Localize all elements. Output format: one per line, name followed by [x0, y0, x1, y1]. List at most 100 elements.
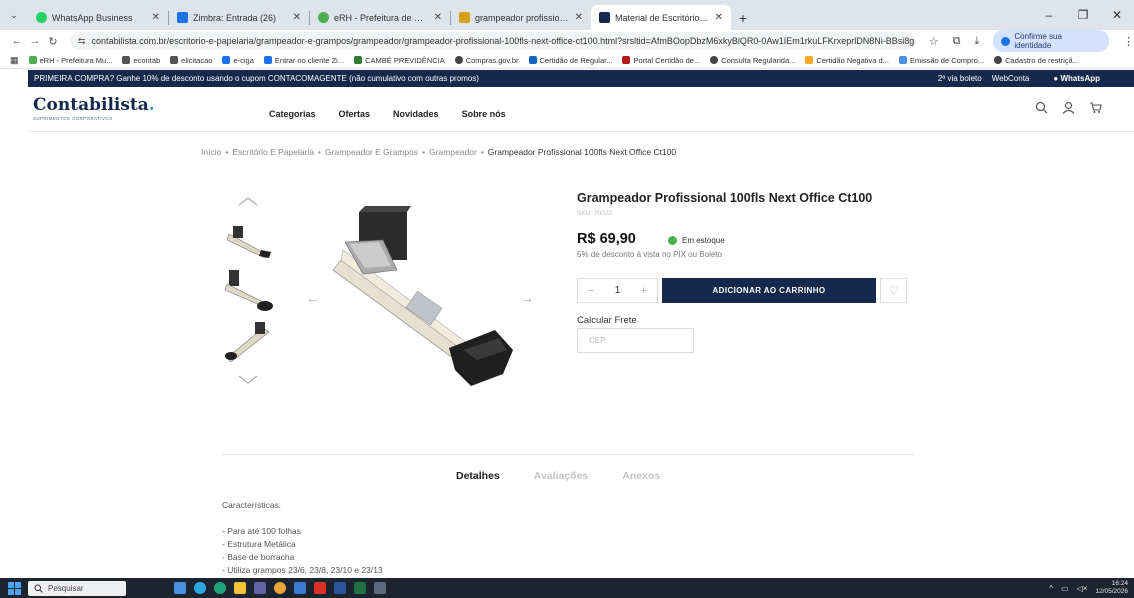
quantity-decrease-button[interactable]: −: [588, 285, 594, 297]
teams-icon[interactable]: [254, 582, 266, 594]
close-tab-icon[interactable]: ✕: [434, 12, 442, 23]
tab-anexos[interactable]: Anexos: [622, 470, 660, 482]
stapler-thumbnail-image: [225, 322, 270, 362]
calculator-icon[interactable]: [374, 582, 386, 594]
back-icon[interactable]: ←: [8, 35, 26, 47]
display-icon[interactable]: ▭: [1061, 584, 1069, 593]
tray-expand-icon[interactable]: ^: [1049, 584, 1053, 593]
cep-input[interactable]: CEP: [577, 328, 694, 353]
restore-icon[interactable]: ❐: [1066, 0, 1100, 30]
browser-tab[interactable]: grampeador profissional 100 fo ✕: [451, 5, 591, 30]
whatsapp-link[interactable]: ● WhatsApp: [1053, 74, 1100, 83]
product-thumbnail[interactable]: [222, 268, 274, 312]
file-explorer-icon[interactable]: [234, 582, 246, 594]
windows-start-icon[interactable]: [0, 578, 28, 598]
close-tab-icon[interactable]: ✕: [293, 12, 301, 23]
bookmark-favicon: [994, 56, 1003, 64]
breadcrumb-link[interactable]: Grampeador E Grampos: [325, 147, 418, 157]
search-icon[interactable]: [1035, 101, 1048, 114]
add-to-cart-button[interactable]: ADICIONAR AO CARRINHO: [662, 278, 876, 303]
taskbar-search[interactable]: Pesquisar: [28, 580, 126, 596]
chrome-icon[interactable]: [274, 582, 286, 594]
browser-tab[interactable]: WhatsApp Business ✕: [28, 5, 168, 30]
breadcrumb-link[interactable]: Grampeador: [429, 147, 477, 157]
new-tab-icon[interactable]: +: [731, 5, 755, 30]
bookmark-item[interactable]: e-ciga: [222, 56, 254, 65]
shipping-label: Calcular Frete: [577, 315, 637, 326]
close-window-icon[interactable]: ✕: [1100, 0, 1134, 30]
bookmark-item[interactable]: Certidão de Regular...: [528, 56, 612, 65]
quantity-value[interactable]: 1: [615, 285, 621, 296]
site-logo[interactable]: Contabilista. SUPRIMENTOS CORPORATIVOS: [33, 95, 155, 121]
tab-title: Material de Escritório, Informát: [615, 12, 710, 23]
nav-novidades[interactable]: Novidades: [393, 109, 439, 119]
bookmark-item[interactable]: elicitacao: [170, 56, 212, 65]
url-field[interactable]: ⇆ contabilista.com.br/escritorio-e-papel…: [70, 32, 915, 50]
browser-menu-icon[interactable]: ⋮: [1123, 35, 1134, 48]
header-icons: [1035, 101, 1102, 114]
webconta-link[interactable]: WebConta: [992, 74, 1030, 83]
nav-ofertas[interactable]: Ofertas: [339, 109, 371, 119]
thumbnail-scroll-down[interactable]: [222, 368, 274, 390]
breadcrumb-link[interactable]: Início: [201, 147, 221, 157]
cart-icon[interactable]: [1089, 101, 1102, 114]
browser-tab[interactable]: Zimbra: Entrada (26) ✕: [169, 5, 309, 30]
bookmark-item[interactable]: Cadastro de restriçã...: [994, 56, 1079, 65]
bookmark-item[interactable]: Consulta Regularida...: [710, 56, 795, 65]
nav-categorias[interactable]: Categorias: [269, 109, 316, 119]
bookmark-item[interactable]: Certidão Negativa d...: [805, 56, 889, 65]
nav-sobre-nos[interactable]: Sobre nós: [462, 109, 506, 119]
user-icon[interactable]: [1062, 101, 1075, 114]
acrobat-icon[interactable]: [314, 582, 326, 594]
reload-icon[interactable]: ↻: [44, 35, 62, 48]
bookmark-favicon: [28, 56, 37, 64]
bookmarks-bar: ▦ eRH - Prefeitura Mu... econtab elicita…: [0, 52, 1134, 69]
gallery-next-arrow[interactable]: →: [520, 290, 534, 306]
close-tab-icon[interactable]: ✕: [152, 12, 160, 23]
forward-icon[interactable]: →: [26, 35, 44, 47]
browser-tab-active[interactable]: Material de Escritório, Informát ✕: [591, 5, 731, 30]
tab-search-chevron-icon[interactable]: ⌄: [0, 0, 28, 30]
bookmark-item[interactable]: Portal Certidão de...: [622, 56, 700, 65]
taskbar-apps: [174, 582, 386, 594]
product-thumbnail[interactable]: [222, 318, 274, 362]
store-icon[interactable]: [294, 582, 306, 594]
product-sku: SKU: 70022: [577, 210, 613, 217]
feature-item: - Para até 100 folhas: [222, 526, 301, 536]
bookmark-item[interactable]: econtab: [122, 56, 160, 65]
close-tab-icon[interactable]: ✕: [575, 12, 583, 23]
word-icon[interactable]: [334, 582, 346, 594]
wishlist-button[interactable]: ♡: [880, 278, 907, 303]
product-thumbnail[interactable]: [222, 218, 274, 262]
download-icon[interactable]: ⤓: [974, 35, 979, 48]
bookmark-item[interactable]: Entrar no cliente Zi...: [263, 56, 344, 65]
taskbar-clock[interactable]: 16:24 12/05/2026: [1095, 580, 1128, 596]
edge-icon[interactable]: [214, 582, 226, 594]
bookmark-item[interactable]: Compras.gov.br: [454, 56, 519, 65]
bookmark-item[interactable]: Emissão de Compro...: [898, 56, 984, 65]
browser-tab[interactable]: eRH - Prefeitura de Cambé ✕: [310, 5, 450, 30]
bookmark-star-icon[interactable]: ☆: [929, 35, 939, 48]
tab-detalhes[interactable]: Detalhes: [456, 470, 500, 482]
profile-identity-button[interactable]: Confirme sua identidade: [993, 30, 1110, 52]
excel-icon[interactable]: [354, 582, 366, 594]
bookmark-item[interactable]: CAMBÉ PREVIDÊNCIA: [354, 56, 445, 65]
speaker-icon[interactable]: ◁×: [1077, 584, 1088, 593]
payment-discount: 5% de desconto à vista no PIX ou Boleto: [577, 250, 722, 259]
breadcrumb-link[interactable]: Escritório E Papelaria: [232, 147, 314, 157]
copilot-icon[interactable]: [194, 582, 206, 594]
product-price: R$ 69,90: [577, 231, 636, 247]
gallery-prev-arrow[interactable]: ←: [306, 290, 320, 306]
quantity-increase-button[interactable]: +: [640, 285, 646, 297]
close-tab-icon[interactable]: ✕: [715, 12, 723, 23]
boleto-link[interactable]: 2ª via boleto: [938, 74, 982, 83]
apps-grid-icon[interactable]: ▦: [10, 55, 19, 66]
tab-avaliacoes[interactable]: Avaliações: [534, 470, 588, 482]
extensions-icon[interactable]: ⧉: [953, 35, 961, 48]
widgets-icon[interactable]: [174, 582, 186, 594]
bookmark-item[interactable]: eRH - Prefeitura Mu...: [28, 56, 112, 65]
thumbnail-scroll-up[interactable]: [222, 190, 274, 212]
minimize-icon[interactable]: –: [1032, 0, 1066, 30]
site-info-icon[interactable]: ⇆: [78, 36, 86, 47]
tab-title: Zimbra: Entrada (26): [193, 12, 277, 23]
